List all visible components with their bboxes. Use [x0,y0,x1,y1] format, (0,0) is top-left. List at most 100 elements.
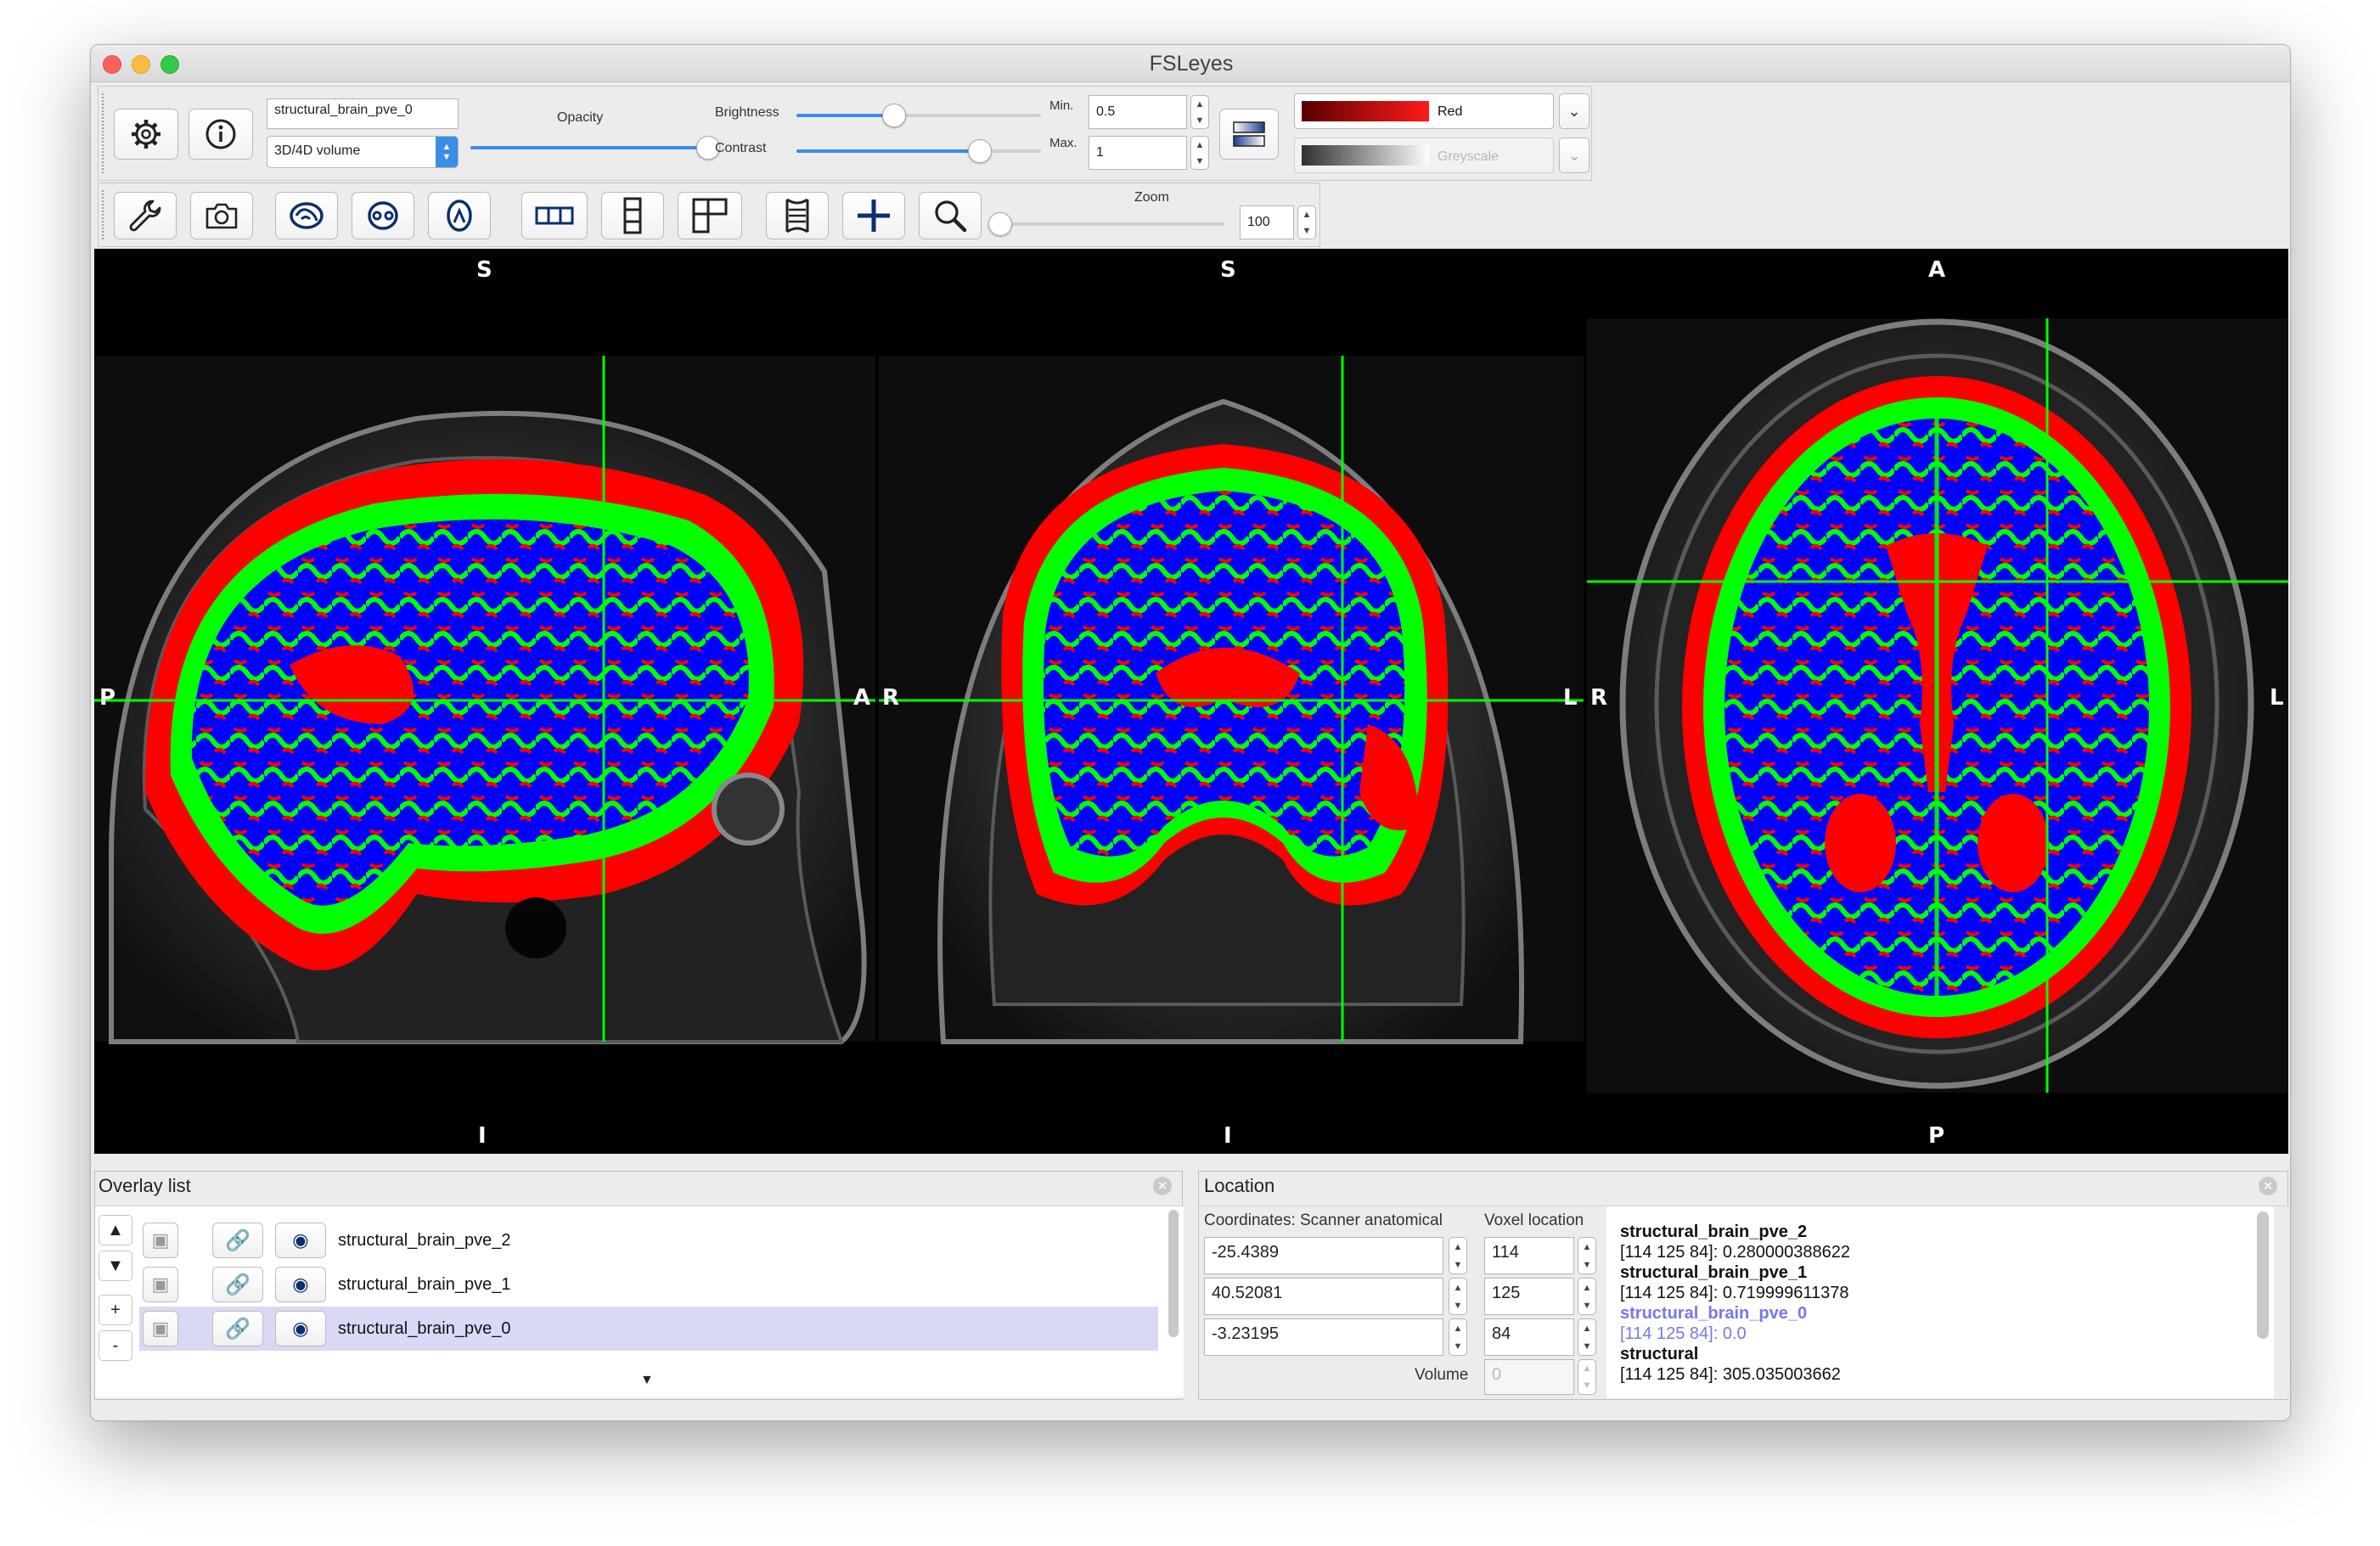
info-overlay-name: structural_brain_pve_1 [1620,1263,1808,1282]
overlay-list-panel: Overlay list ✕ ▲ ▼ + - ▣ 🔗 ◉ structural_… [94,1171,1184,1400]
voxel-z-stepper[interactable]: ▲ ▼ [1578,1318,1596,1356]
floppy-disk-icon: ▣ [151,1229,170,1251]
min-label: Min. [1049,98,1074,113]
ortho-canvas[interactable]: S I P A S I R L A P R L [94,249,2288,1154]
window-title: FSLeyes [1149,52,1234,76]
greyscale-cmap-swatch [1302,145,1429,166]
opacity-slider-fill [470,146,708,149]
max-input[interactable]: 1 [1089,136,1187,170]
wrench-icon [129,200,161,232]
overlay-row[interactable]: ▣ 🔗 ◉ structural_brain_pve_1 [139,1262,1158,1307]
overlay-display-toolbar: structural_brain_pve_0 3D/4D volume ▲ ▼ O… [98,86,1592,181]
overlay-row[interactable]: ▣ 🔗 ◉ structural_brain_pve_0 [139,1307,1158,1351]
overlay-type-select[interactable]: 3D/4D volume ▲ ▼ [267,136,459,168]
info-overlay-name: structural_brain_pve_2 [1620,1223,1808,1241]
toggle-visibility-button[interactable]: ◉ [275,1311,326,1346]
toggle-sagittal-button[interactable] [275,192,338,239]
volume-input[interactable]: 0 [1484,1359,1574,1395]
volume-stepper[interactable]: ▲ ▼ [1578,1359,1596,1395]
overlay-list-scrollbar[interactable] [1168,1210,1179,1337]
sagittal-view[interactable] [94,356,875,1044]
toggle-visibility-button[interactable]: ◉ [275,1267,326,1302]
opacity-slider[interactable] [470,146,708,149]
toolbar-grip[interactable] [102,190,107,239]
link-icon: 🔗 [225,1228,250,1252]
movie-icon [785,198,809,233]
invert-cmap-button[interactable] [1219,109,1279,160]
overlay-info-button[interactable] [188,109,253,160]
grid-layout-button[interactable] [678,192,742,239]
secondary-cmap-dropdown-button[interactable]: ⌄ [1559,138,1589,173]
coordinate-z-input[interactable]: -3.23195 [1204,1318,1443,1356]
add-overlay-button[interactable]: + [98,1295,132,1325]
info-scrollbar[interactable] [2257,1212,2269,1339]
close-location-icon[interactable]: ✕ [2259,1177,2277,1195]
save-overlay-button[interactable]: ▣ [143,1311,178,1346]
coordinate-y-stepper[interactable]: ▲ ▼ [1449,1278,1467,1315]
min-input[interactable]: 0.5 [1089,95,1187,129]
coronal-top-label: S [1220,257,1236,283]
move-down-button[interactable]: ▼ [98,1251,132,1281]
contrast-slider-fill [796,149,980,153]
contrast-slider-knob[interactable] [968,139,992,163]
scroll-down-icon[interactable]: ▼ [640,1373,654,1388]
coordinate-x-stepper[interactable]: ▲ ▼ [1449,1237,1467,1274]
remove-overlay-button[interactable]: - [98,1330,132,1361]
zoom-slider[interactable] [997,222,1224,226]
coordinate-x-input[interactable]: -25.4389 [1204,1237,1443,1274]
voxel-y-input[interactable]: 125 [1484,1278,1574,1315]
secondary-cmap-select[interactable]: Greyscale [1294,138,1554,173]
toggle-coronal-button[interactable] [352,192,414,239]
info-overlay-value: [114 125 84]: 0.280000388622 [1620,1243,1850,1262]
overlay-row[interactable]: ▣ 🔗 ◉ structural_brain_pve_2 [139,1218,1158,1262]
toggle-axial-button[interactable] [428,192,491,239]
overlay-list-title: Overlay list [98,1175,191,1196]
horizontal-layout-button[interactable] [521,192,588,239]
voxel-x-stepper[interactable]: ▲ ▼ [1578,1237,1596,1274]
view-settings-button[interactable] [114,192,177,239]
zoom-icon [935,200,967,233]
display-settings-button[interactable] [114,109,178,160]
screenshot-button[interactable] [190,192,253,239]
zoom-input[interactable]: 100 [1240,205,1294,239]
brain-views[interactable] [94,249,2288,1154]
coordinate-y-input[interactable]: 40.52081 [1204,1278,1443,1315]
overlay-name-field[interactable]: structural_brain_pve_0 [267,98,459,129]
sagittal-right-label: A [853,685,871,711]
primary-cmap-dropdown-button[interactable]: ⌄ [1559,93,1589,129]
close-overlay-list-icon[interactable]: ✕ [1153,1177,1172,1195]
zoom-slider-knob[interactable] [988,212,1012,236]
save-overlay-button[interactable]: ▣ [143,1223,178,1258]
zoom-stepper[interactable]: ▲ ▼ [1297,205,1316,239]
toggle-visibility-button[interactable]: ◉ [275,1223,326,1258]
coordinate-z-stepper[interactable]: ▲ ▼ [1449,1318,1467,1356]
axial-top-label: A [1928,257,1946,283]
toggle-cursor-button[interactable] [842,192,905,239]
link-overlay-button[interactable]: 🔗 [212,1223,263,1258]
link-overlay-button[interactable]: 🔗 [212,1311,263,1346]
coronal-view[interactable] [879,356,1584,1044]
primary-cmap-value: Red [1438,104,1463,119]
min-stepper[interactable]: ▲ ▼ [1190,95,1209,129]
primary-cmap-select[interactable]: Red [1294,93,1554,129]
axial-view[interactable] [1587,318,2288,1093]
reset-zoom-button[interactable] [919,192,982,239]
contrast-slider[interactable] [796,149,1041,153]
brightness-slider-knob[interactable] [882,104,907,127]
volume-label: Volume [1415,1366,1469,1384]
movie-mode-button[interactable] [766,192,829,239]
move-up-button[interactable]: ▲ [98,1215,132,1245]
link-overlay-button[interactable]: 🔗 [212,1267,263,1302]
voxel-z-input[interactable]: 84 [1484,1318,1574,1356]
brightness-slider[interactable] [796,114,1041,117]
vertical-layout-button[interactable] [601,192,664,239]
chevron-down-icon: ⌄ [1567,102,1581,120]
save-overlay-button[interactable]: ▣ [143,1267,178,1302]
voxel-y-stepper[interactable]: ▲ ▼ [1578,1278,1596,1315]
toolbar-grip[interactable] [102,93,107,173]
max-stepper[interactable]: ▲ ▼ [1190,136,1209,170]
voxel-x-input[interactable]: 114 [1484,1237,1574,1274]
brightness-label: Brightness [715,105,779,120]
link-icon: 🔗 [225,1273,250,1296]
grid-layout-icon [692,198,728,233]
